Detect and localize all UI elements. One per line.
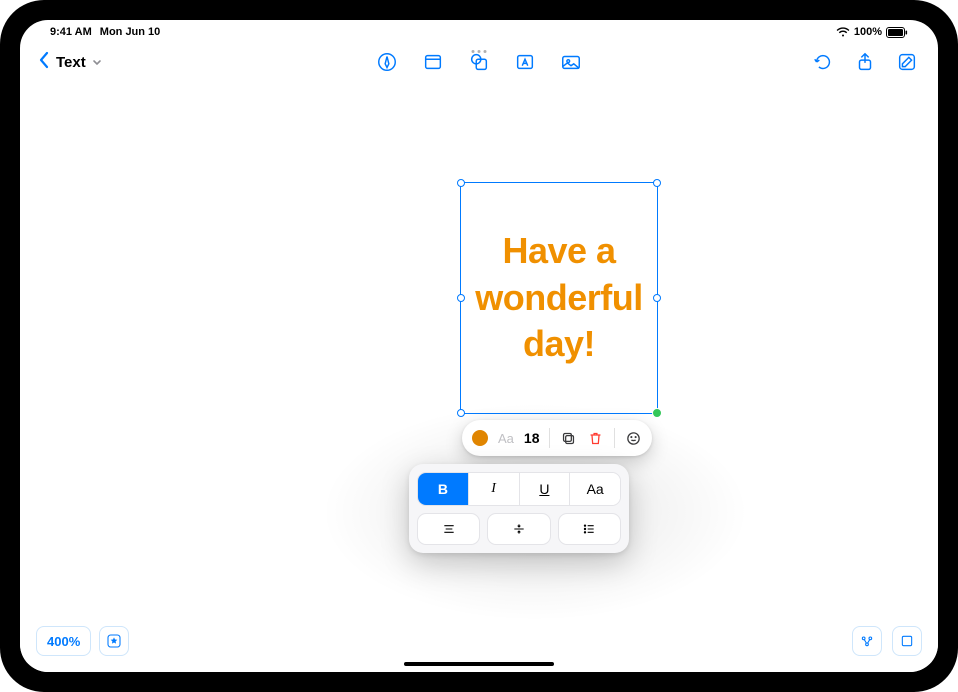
- vertical-align-button[interactable]: [487, 513, 550, 545]
- italic-button[interactable]: I: [469, 473, 520, 505]
- inline-toolbar: Aa 18: [462, 420, 652, 456]
- font-picker[interactable]: Aa: [498, 431, 514, 446]
- text-style-button[interactable]: Aa: [570, 473, 620, 505]
- resize-handle-tr[interactable]: [653, 179, 661, 187]
- undo-button[interactable]: [810, 49, 836, 75]
- resize-handle-mr[interactable]: [653, 294, 661, 302]
- share-button[interactable]: [852, 49, 878, 75]
- favorites-zoom-button[interactable]: [99, 626, 129, 656]
- compose-button[interactable]: [894, 49, 920, 75]
- media-tool-icon[interactable]: [558, 49, 584, 75]
- device-frame: 9:41 AM Mon Jun 10 100% Text: [0, 0, 958, 692]
- resize-handle-ml[interactable]: [457, 294, 465, 302]
- status-bar: 9:41 AM Mon Jun 10 100%: [20, 20, 938, 42]
- align-button[interactable]: [417, 513, 480, 545]
- format-panel: B I U Aa: [409, 464, 629, 553]
- collaborators-button[interactable]: [852, 626, 882, 656]
- font-size-field[interactable]: 18: [524, 430, 540, 446]
- delete-button[interactable]: [587, 430, 604, 447]
- status-date: Mon Jun 10: [100, 26, 161, 38]
- divider: [549, 428, 550, 448]
- pen-tool-icon[interactable]: [374, 49, 400, 75]
- bold-button[interactable]: B: [418, 473, 469, 505]
- bottom-right-controls: [852, 626, 922, 656]
- status-time: 9:41 AM: [50, 26, 92, 38]
- resize-handle-br[interactable]: [652, 408, 662, 418]
- battery-percent: 100%: [854, 26, 882, 38]
- more-button[interactable]: [625, 430, 642, 447]
- screen: 9:41 AM Mon Jun 10 100% Text: [20, 20, 938, 672]
- zoom-controls: 400%: [36, 626, 129, 656]
- text-content[interactable]: Have a wonderful day!: [469, 228, 649, 368]
- battery-icon: [886, 27, 908, 38]
- minimap-button[interactable]: [892, 626, 922, 656]
- tool-label: Text: [56, 54, 86, 71]
- top-toolbar: Text: [20, 42, 938, 82]
- home-indicator[interactable]: [404, 662, 554, 666]
- resize-handle-tl[interactable]: [457, 179, 465, 187]
- list-button[interactable]: [558, 513, 621, 545]
- sticky-note-tool-icon[interactable]: [420, 49, 446, 75]
- back-button[interactable]: [38, 51, 50, 73]
- resize-handle-bl[interactable]: [457, 409, 465, 417]
- text-tool-icon[interactable]: [512, 49, 538, 75]
- text-box[interactable]: Have a wonderful day!: [460, 182, 658, 414]
- tool-selector[interactable]: Text: [56, 54, 102, 71]
- divider: [614, 428, 615, 448]
- zoom-level-button[interactable]: 400%: [36, 626, 91, 656]
- text-color-swatch[interactable]: [472, 430, 488, 446]
- underline-button[interactable]: U: [520, 473, 571, 505]
- chevron-down-icon: [92, 58, 102, 70]
- wifi-icon: [836, 27, 850, 38]
- canvas[interactable]: Have a wonderful day! Aa 18: [20, 82, 938, 672]
- duplicate-button[interactable]: [560, 430, 577, 447]
- shape-tool-icon[interactable]: [466, 49, 492, 75]
